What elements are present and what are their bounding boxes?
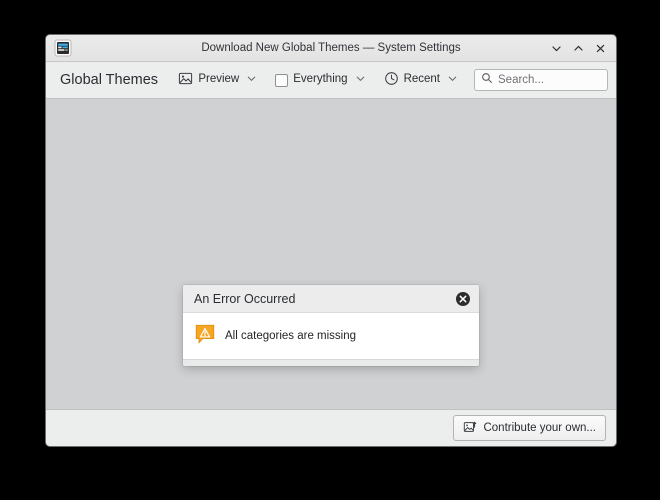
error-dialog-footer xyxy=(183,359,479,366)
error-dialog-message: All categories are missing xyxy=(225,330,357,342)
clock-icon xyxy=(384,71,399,89)
checkbox-unchecked-icon[interactable] xyxy=(275,73,289,87)
warning-bubble-icon xyxy=(194,323,216,350)
bottom-bar: Contribute your own... xyxy=(46,409,616,446)
chevron-down-icon xyxy=(447,73,458,87)
error-dialog: An Error Occurred All categories are mis… xyxy=(183,285,479,366)
search-icon xyxy=(481,71,493,89)
window-titlebar[interactable]: Download New Global Themes — System Sett… xyxy=(46,35,616,62)
chevron-down-icon xyxy=(246,73,257,87)
everything-filter-button[interactable]: Everything xyxy=(269,68,371,92)
recent-sort-label: Recent xyxy=(403,73,440,86)
error-dialog-close-button[interactable] xyxy=(455,291,471,307)
page-title: Global Themes xyxy=(60,72,159,88)
error-dialog-header: An Error Occurred xyxy=(183,285,479,313)
preview-button-label: Preview xyxy=(198,73,240,86)
maximize-button[interactable] xyxy=(568,38,588,58)
upload-image-icon xyxy=(463,420,477,437)
contribute-your-own-label: Contribute your own... xyxy=(483,422,596,434)
main-toolbar: Global Themes Preview Everything Recent … xyxy=(46,62,616,99)
search-field[interactable] xyxy=(474,69,608,91)
everything-filter-label: Everything xyxy=(293,73,348,86)
system-settings-icon xyxy=(54,39,72,57)
contribute-your-own-button[interactable]: Contribute your own... xyxy=(453,415,606,441)
chevron-down-icon xyxy=(355,73,366,87)
search-input[interactable] xyxy=(498,74,601,86)
image-preview-icon xyxy=(178,71,193,89)
application-window: Download New Global Themes — System Sett… xyxy=(45,34,617,447)
window-title: Download New Global Themes — System Sett… xyxy=(201,42,461,54)
preview-button[interactable]: Preview xyxy=(172,68,263,92)
content-area: An Error Occurred All categories are mis… xyxy=(46,99,616,409)
minimize-button[interactable] xyxy=(546,38,566,58)
error-dialog-title: An Error Occurred xyxy=(194,291,296,306)
error-dialog-body: All categories are missing xyxy=(183,313,479,359)
recent-sort-button[interactable]: Recent xyxy=(378,68,464,92)
window-controls xyxy=(546,38,610,58)
close-button[interactable] xyxy=(590,38,610,58)
